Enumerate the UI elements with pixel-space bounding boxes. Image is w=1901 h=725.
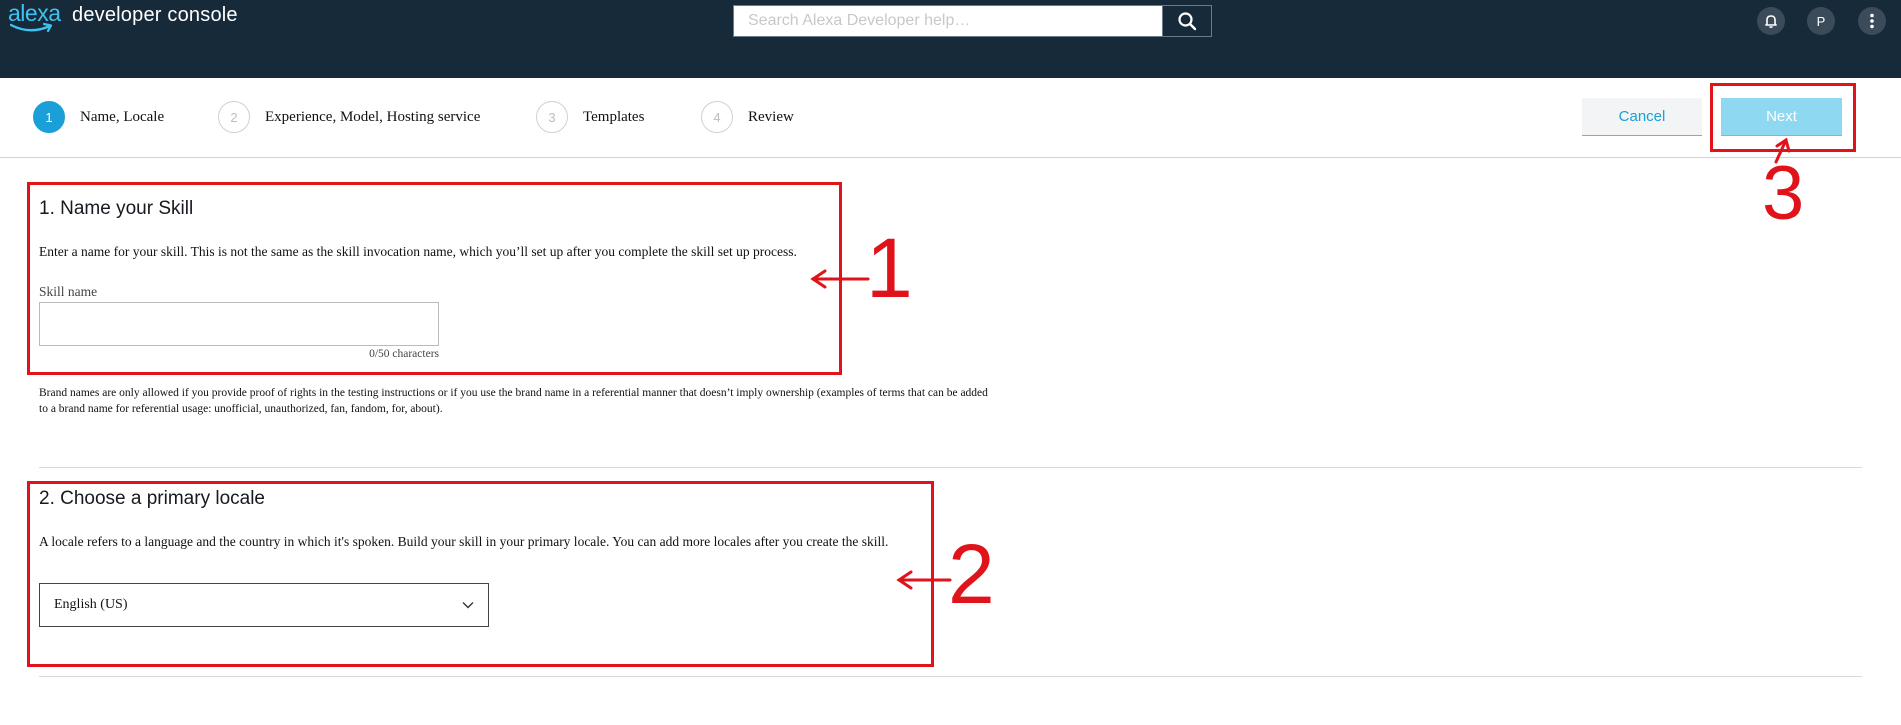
section-locale-title: 2. Choose a primary locale <box>39 488 265 509</box>
alexa-logo-mark: alexa <box>8 0 61 36</box>
locale-selected-value: English (US) <box>54 597 128 612</box>
section-divider <box>39 467 1862 468</box>
chevron-down-icon <box>462 602 474 609</box>
step-review[interactable]: 4 Review <box>701 101 794 133</box>
step-label: Experience, Model, Hosting service <box>265 108 481 125</box>
alexa-logo[interactable]: alexa developer console <box>8 0 238 36</box>
wizard-stepper: 1 Name, Locale 2 Experience, Model, Host… <box>0 78 1901 158</box>
skill-name-label: Skill name <box>39 284 98 299</box>
bell-icon <box>1765 15 1777 28</box>
step-number: 1 <box>33 101 65 133</box>
profile-initial: P <box>1816 13 1826 29</box>
annotation-arrow-2 <box>896 570 952 590</box>
cancel-button[interactable]: Cancel <box>1582 98 1702 136</box>
step-number: 4 <box>701 101 733 133</box>
step-experience-model-hosting[interactable]: 2 Experience, Model, Hosting service <box>218 101 480 133</box>
section-name-skill-title: 1. Name your Skill <box>39 198 194 219</box>
section-divider <box>39 676 1862 677</box>
annotation-label-1: 1 <box>866 221 913 315</box>
brand-name-note: Brand names are only allowed if you prov… <box>39 385 1049 417</box>
step-label: Review <box>748 108 794 125</box>
notifications-button[interactable] <box>1757 7 1785 35</box>
primary-locale-select[interactable]: English (US) <box>39 583 489 627</box>
logo-smile-icon <box>10 22 53 33</box>
annotation-label-2: 2 <box>948 527 995 621</box>
console-title: developer console <box>72 4 238 26</box>
search-icon <box>1178 12 1197 31</box>
brand-name-note-line: to a brand name for referential usage: u… <box>39 403 443 415</box>
section-locale-description: A locale refers to a language and the co… <box>39 534 889 549</box>
top-header: alexa developer console P <box>0 0 1901 78</box>
more-vertical-icon <box>1870 13 1874 29</box>
skill-name-char-count: 0/50 characters <box>369 348 439 360</box>
brand-name-note-line: Brand names are only allowed if you prov… <box>39 387 988 399</box>
profile-avatar[interactable]: P <box>1807 7 1835 35</box>
step-label: Templates <box>583 108 645 125</box>
section-name-skill-description: Enter a name for your skill. This is not… <box>39 244 797 259</box>
step-number: 2 <box>218 101 250 133</box>
step-templates[interactable]: 3 Templates <box>536 101 644 133</box>
step-name-locale[interactable]: 1 Name, Locale <box>33 101 164 133</box>
step-label: Name, Locale <box>80 108 165 125</box>
annotation-label-3: 3 <box>1762 151 1805 236</box>
search-input[interactable] <box>734 6 1162 36</box>
search-button[interactable] <box>1162 6 1211 36</box>
step-number: 3 <box>536 101 568 133</box>
next-button[interactable]: Next <box>1721 98 1842 136</box>
search-bar <box>733 5 1212 37</box>
more-menu-button[interactable] <box>1858 7 1886 35</box>
annotation-arrow-1 <box>810 269 870 289</box>
skill-name-input[interactable] <box>39 302 439 346</box>
